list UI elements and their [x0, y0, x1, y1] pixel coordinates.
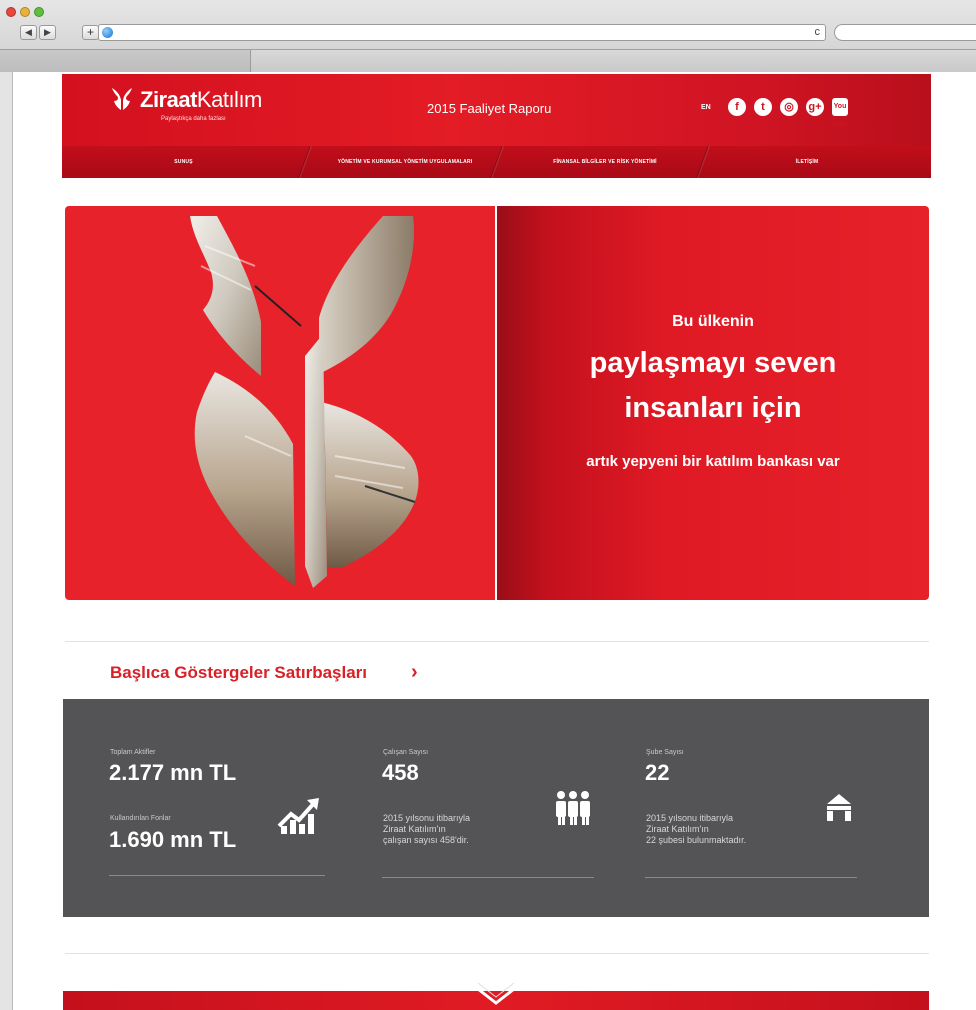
- funds-label: Kullandırılan Fonlar: [110, 815, 171, 822]
- employees-desc-line: çalışan sayısı 458'dir.: [383, 835, 469, 845]
- hero-logo-photo-collage: [190, 216, 419, 588]
- nav-item-yonetim[interactable]: YÖNETİM VE KURUMSAL YÖNETİM UYGULAMALARI: [305, 146, 505, 178]
- minimize-window-button[interactable]: [20, 7, 30, 17]
- nav-item-sunus[interactable]: SUNUŞ: [62, 146, 305, 178]
- hero-image-panel[interactable]: [65, 206, 495, 600]
- hero-headline-2: insanları için: [624, 392, 802, 424]
- history-buttons: ◀ ▶: [20, 25, 56, 40]
- column-divider-line: [109, 875, 325, 876]
- youtube-icon[interactable]: You Tube: [832, 98, 848, 128]
- branches-label: Şube Sayısı: [646, 749, 684, 756]
- logo-name: Katılım: [196, 87, 262, 112]
- zoom-window-button[interactable]: [34, 7, 44, 17]
- employees-value: 458: [382, 760, 419, 785]
- bank-branch-icon: [827, 794, 851, 821]
- total-assets-label: Toplam Aktifler: [110, 749, 156, 756]
- chevron-down-icon[interactable]: [476, 981, 516, 1005]
- section-divider: [65, 953, 929, 954]
- logo-tagline: Paylaştıkça daha fazlası: [161, 116, 226, 122]
- nav-item-iletisim[interactable]: İLETİŞİM: [707, 146, 907, 178]
- funds-value: 1.690 mn TL: [109, 827, 237, 852]
- address-bar[interactable]: c: [98, 24, 826, 41]
- column-divider-line: [645, 877, 857, 878]
- branches-value: 22: [645, 760, 670, 785]
- total-assets-value: 2.177 mn TL: [109, 760, 237, 785]
- hero-headline-1: paylaşmayı seven: [589, 347, 837, 379]
- employees-label: Çalışan Sayısı: [383, 749, 429, 756]
- social-links: f t ◎ g+ You Tube: [728, 98, 848, 128]
- tab-strip: [0, 49, 976, 72]
- ziraat-logo-icon[interactable]: [109, 86, 135, 112]
- key-indicators-panel: Toplam Aktifler 2.177 mn TL Kullandırıla…: [63, 699, 929, 917]
- employees-desc-line: 2015 yılsonu itibarıyla: [383, 813, 471, 823]
- branches-desc-line: 22 şubesi bulunmaktadır.: [646, 835, 747, 845]
- hero-subtext: artık yepyeni bir katılım bankası var: [586, 453, 840, 470]
- twitter-icon[interactable]: t: [754, 98, 772, 116]
- branches-desc-line: 2015 yılsonu itibarıyla: [646, 813, 734, 823]
- active-tab[interactable]: [250, 50, 976, 72]
- growth-chart-icon: [277, 798, 319, 834]
- close-window-button[interactable]: [6, 7, 16, 17]
- logo-wordmark[interactable]: ZiraatKatılım: [140, 87, 262, 113]
- employees-description: 2015 yılsonu itibarıyla Ziraat Katılım'ı…: [383, 813, 470, 846]
- site-globe-icon: [102, 27, 113, 38]
- people-group-icon: [556, 791, 590, 825]
- column-divider-line: [382, 877, 594, 878]
- main-navigation: SUNUŞ YÖNETİM VE KURUMSAL YÖNETİM UYGULA…: [62, 146, 931, 178]
- branches-description: 2015 yılsonu itibarıyla Ziraat Katılım'ı…: [646, 813, 746, 846]
- forward-button[interactable]: ▶: [39, 25, 56, 40]
- facebook-icon[interactable]: f: [728, 98, 746, 116]
- back-button[interactable]: ◀: [20, 25, 37, 40]
- nav-separator: [487, 146, 507, 178]
- report-title: 2015 Faaliyet Raporu: [427, 101, 552, 116]
- hero-message-panel: Bu ülkenin paylaşmayı seven insanları iç…: [497, 206, 929, 600]
- chevron-right-icon[interactable]: ›: [411, 661, 418, 684]
- search-field[interactable]: [834, 24, 976, 41]
- site-header: ZiraatKatılım Paylaştıkça daha fazlası 2…: [62, 74, 931, 178]
- section-divider: [65, 641, 929, 642]
- header-top-bar: ZiraatKatılım Paylaştıkça daha fazlası 2…: [62, 74, 931, 146]
- nav-item-finansal[interactable]: FİNANSAL BİLGİLER VE RİSK YÖNETİMİ: [505, 146, 705, 178]
- reload-button[interactable]: c: [815, 25, 821, 40]
- section-title-link[interactable]: Başlıca Göstergeler Satırbaşları: [110, 663, 367, 683]
- branches-desc-line: Ziraat Katılım'ın: [646, 824, 709, 834]
- window-frame-left: [0, 72, 13, 1010]
- employees-desc-line: Ziraat Katılım'ın: [383, 824, 446, 834]
- hero-intro-text: Bu ülkenin: [672, 313, 754, 330]
- google-plus-icon[interactable]: g+: [806, 98, 824, 116]
- instagram-icon[interactable]: ◎: [780, 98, 798, 116]
- window-controls: [6, 7, 44, 17]
- logo-brand: Ziraat: [140, 87, 197, 112]
- add-bookmark-button[interactable]: +: [82, 25, 99, 40]
- language-switch[interactable]: EN: [701, 104, 711, 111]
- browser-toolbar: ◀ ▶ + c: [0, 0, 976, 72]
